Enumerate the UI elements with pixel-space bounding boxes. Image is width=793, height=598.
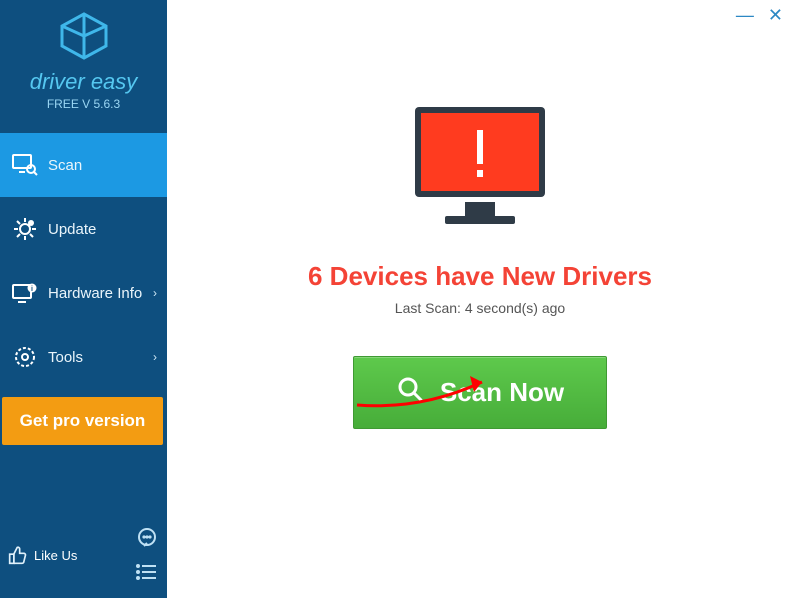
sidebar-item-scan[interactable]: Scan [0,133,167,197]
last-scan-text: Last Scan: 4 second(s) ago [395,300,565,316]
chevron-right-icon: › [153,350,157,364]
headline-text: 6 Devices have New Drivers [308,261,652,292]
sidebar-item-label: Hardware Info [48,285,142,302]
scan-now-button[interactable]: Scan Now [353,356,607,429]
close-button[interactable]: ✕ [768,8,783,22]
sidebar-item-label: Update [48,221,96,238]
app-window: driver easy FREE V 5.6.3 Scan [0,0,793,598]
sidebar-item-label: Scan [48,157,82,174]
thumbs-up-icon [8,545,28,565]
search-icon [396,375,424,410]
feedback-icon[interactable] [135,526,159,550]
sidebar-item-hardware-info[interactable]: i Hardware Info › [0,261,167,325]
main-content: — ✕ 6 Devices have New Drivers Last Scan… [167,0,793,598]
gear-update-icon [12,216,38,242]
tools-icon [12,344,38,370]
sidebar-bottom: Like Us [0,516,167,598]
logo-area: driver easy FREE V 5.6.3 [0,0,167,117]
window-controls: — ✕ [736,8,783,22]
scan-now-label: Scan Now [440,377,564,408]
sidebar: driver easy FREE V 5.6.3 Scan [0,0,167,598]
hardware-info-icon: i [12,280,38,306]
alert-monitor-graphic [405,102,555,237]
like-us-button[interactable]: Like Us [8,545,77,565]
monitor-scan-icon [12,152,38,178]
svg-text:i: i [31,286,33,293]
sidebar-item-update[interactable]: Update [0,197,167,261]
minimize-button[interactable]: — [736,8,754,22]
version-label: FREE V 5.6.3 [0,97,167,111]
get-pro-button[interactable]: Get pro version [2,397,163,445]
chevron-right-icon: › [153,286,157,300]
brand-name: driver easy [0,69,167,95]
nav: Scan Update [0,133,167,389]
like-us-label: Like Us [34,548,77,563]
logo-icon [56,12,112,60]
menu-list-icon[interactable] [135,560,159,584]
sidebar-item-tools[interactable]: Tools › [0,325,167,389]
sidebar-item-label: Tools [48,349,83,366]
